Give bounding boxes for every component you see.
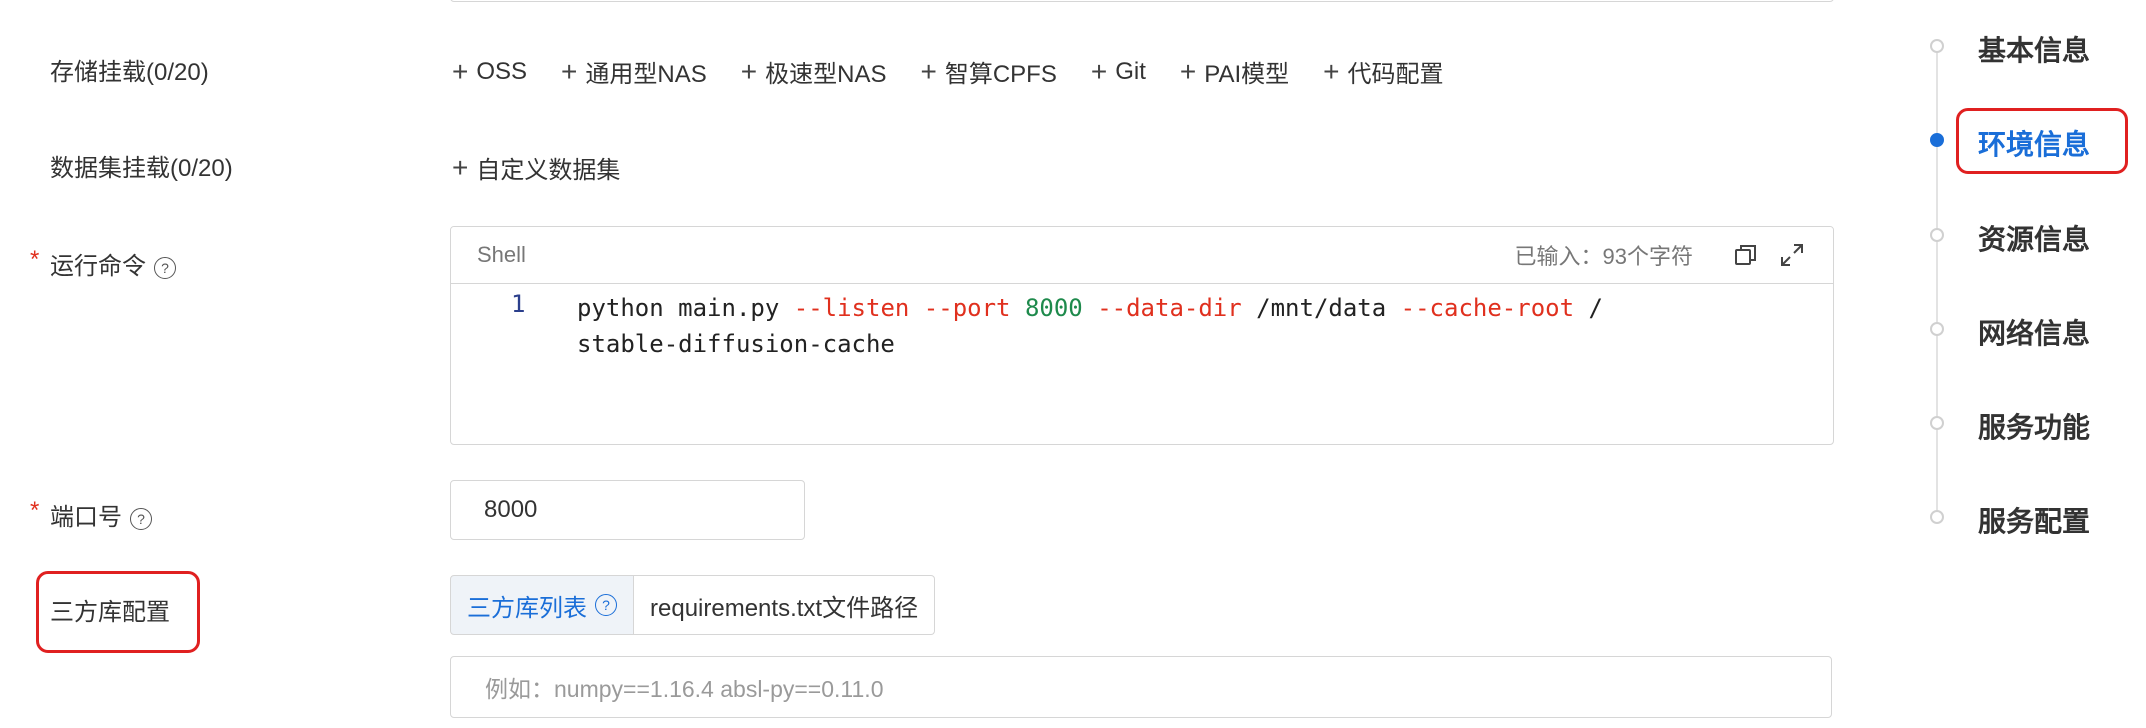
add-pai-model-button[interactable]: + PAI模型 xyxy=(1180,54,1289,89)
library-list-input[interactable]: 例如：numpy==1.16.4 absl-py==0.11.0 xyxy=(450,656,1832,718)
run-command-label-text: 运行命令 xyxy=(50,253,146,280)
help-icon[interactable]: ? xyxy=(154,256,176,279)
add-cpfs-button[interactable]: + 智算CPFS xyxy=(920,54,1056,89)
nav-dot xyxy=(1930,322,1944,336)
code-area[interactable]: 1 python main.py --listen --port 8000 --… xyxy=(451,284,1833,358)
add-general-nas-button[interactable]: + 通用型NAS xyxy=(561,54,707,89)
help-icon[interactable]: ? xyxy=(130,507,152,530)
plus-icon: + xyxy=(561,55,578,87)
add-custom-dataset-button[interactable]: + 自定义数据集 xyxy=(452,150,620,185)
port-label-text: 端口号 xyxy=(50,504,122,531)
plus-icon: + xyxy=(1179,55,1197,87)
nav-item-resource-info[interactable]: 资源信息 xyxy=(1978,218,2090,258)
required-mark: * xyxy=(30,246,40,273)
port-label: 端口号? xyxy=(50,497,152,532)
highlight-box-environment xyxy=(1956,108,2128,174)
plus-icon: + xyxy=(452,151,469,183)
nav-item-service-config[interactable]: 服务配置 xyxy=(1978,500,2090,540)
dataset-mount-buttons: + 自定义数据集 xyxy=(452,150,620,185)
command-editor[interactable]: Shell 已输入：93个字符 1 python main.py --liste… xyxy=(450,226,1834,445)
nav-dot xyxy=(1930,416,1944,430)
previous-field-border xyxy=(450,0,1834,2)
nav-item-basic-info[interactable]: 基本信息 xyxy=(1978,29,2090,69)
thirdparty-tabs: 三方库列表? requirements.txt文件路径 xyxy=(450,575,936,635)
nav-item-service-features[interactable]: 服务功能 xyxy=(1978,406,2090,446)
plus-icon: + xyxy=(1090,55,1108,87)
fullscreen-icon[interactable] xyxy=(1777,240,1807,270)
nav-track xyxy=(1936,48,1938,520)
plus-icon: + xyxy=(740,55,758,87)
plus-icon: + xyxy=(920,55,937,87)
add-git-button[interactable]: + Git xyxy=(1091,54,1146,89)
char-count: 已输入：93个字符 xyxy=(1514,244,1693,269)
storage-mount-label: 存储挂载(0/20) xyxy=(50,59,209,86)
port-input[interactable]: 8000 xyxy=(450,480,805,540)
storage-mount-buttons: + OSS + 通用型NAS + 极速型NAS + 智算CPFS + Git + PAI模型… xyxy=(452,54,1444,89)
copy-icon[interactable] xyxy=(1731,240,1761,270)
editor-language: Shell xyxy=(477,242,526,267)
add-code-config-button[interactable]: + 代码配置 xyxy=(1323,54,1443,89)
plus-icon: + xyxy=(452,55,469,87)
dataset-mount-label: 数据集挂载(0/20) xyxy=(50,155,233,182)
highlight-box-thirdparty xyxy=(36,571,200,653)
plus-icon: + xyxy=(1323,55,1340,87)
editor-toolbar: Shell 已输入：93个字符 xyxy=(451,227,1833,284)
required-mark: * xyxy=(30,497,40,524)
nav-dot xyxy=(1930,228,1944,242)
nav-dot-active xyxy=(1930,133,1944,147)
tab-library-list[interactable]: 三方库列表? xyxy=(450,575,634,635)
add-oss-button[interactable]: + OSS xyxy=(452,54,527,89)
nav-item-network-info[interactable]: 网络信息 xyxy=(1978,312,2090,352)
line-number: 1 xyxy=(511,290,526,318)
run-command-label: 运行命令? xyxy=(50,246,176,281)
nav-dot xyxy=(1930,39,1944,53)
tab-requirements-path[interactable]: requirements.txt文件路径 xyxy=(634,575,936,635)
code-text[interactable]: python main.py --listen --port 8000 --da… xyxy=(577,290,1777,362)
nav-dot xyxy=(1930,510,1944,524)
help-icon[interactable]: ? xyxy=(595,594,617,616)
add-extreme-nas-button[interactable]: + 极速型NAS xyxy=(741,54,887,89)
